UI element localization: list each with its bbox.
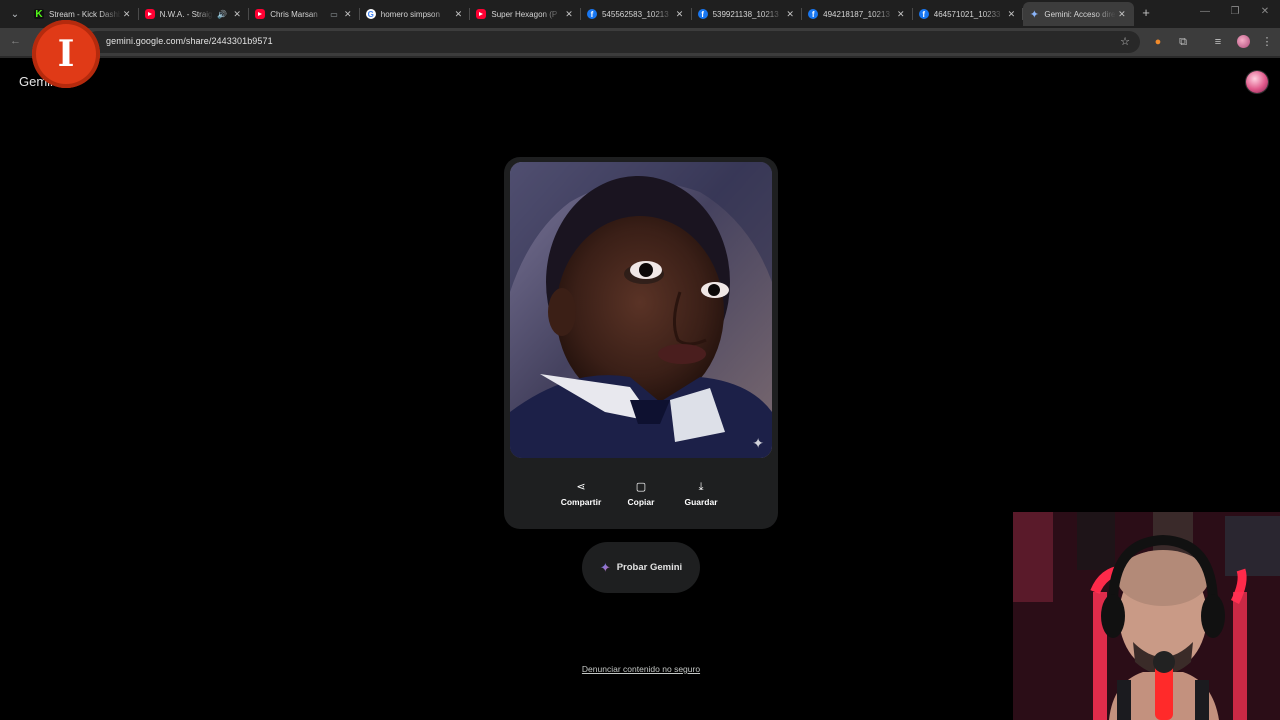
browser-tab[interactable]: N.W.A. - Straight Outta Compton🔊 ✕ bbox=[139, 2, 250, 26]
browser-tab[interactable]: ✦ Gemini: Acceso directo✕ bbox=[1023, 2, 1134, 26]
tab-close-icon[interactable]: ✕ bbox=[121, 8, 133, 20]
kick-icon: K bbox=[34, 8, 44, 20]
browser-tab[interactable]: f 539921138_10213 ✕ bbox=[692, 2, 803, 26]
google-icon: G bbox=[365, 9, 376, 19]
avatar[interactable] bbox=[1246, 71, 1268, 93]
try-gemini-label: Probar Gemini bbox=[616, 562, 683, 573]
tab-title: N.W.A. - Straight Outta Compton bbox=[159, 9, 214, 19]
tab-search-icon[interactable]: ⌄ bbox=[6, 5, 24, 23]
tab-title: 494218187_10213 bbox=[823, 9, 890, 19]
browser-tab[interactable]: f 494218187_10213 ✕ bbox=[802, 2, 913, 26]
browser-tab[interactable]: Ghomero simpson ✕ bbox=[360, 2, 471, 26]
tab-title: Super Hexagon (P bbox=[491, 9, 558, 19]
tab-close-icon[interactable]: ✕ bbox=[674, 8, 686, 20]
extensions-puzzle-icon[interactable]: ⧉ bbox=[1175, 34, 1191, 50]
close-window-icon[interactable]: ✕ bbox=[1258, 6, 1272, 17]
guardar-button[interactable]: ⤓ Guardar bbox=[666, 479, 736, 515]
try-gemini-button[interactable]: ✦ Probar Gemini bbox=[582, 542, 700, 593]
youtube-icon bbox=[144, 9, 155, 19]
download-icon: ⤓ bbox=[698, 481, 704, 493]
bookmark-star-icon[interactable]: ☆ bbox=[1120, 35, 1130, 48]
restore-icon[interactable]: ❐ bbox=[1228, 6, 1242, 17]
facebook-icon: f bbox=[808, 9, 819, 19]
youtube-icon bbox=[255, 9, 266, 19]
browser-tab[interactable]: f 545562583_10213 ✕ bbox=[581, 2, 692, 26]
tab-indicator-icon[interactable]: ▭ bbox=[330, 10, 338, 19]
shared-image-card: ✦ ⋖ Compartir ▢ Copiar ⤓ Guardar bbox=[504, 157, 778, 529]
stream-logo: I bbox=[32, 20, 100, 88]
tab-close-icon[interactable]: ✕ bbox=[563, 8, 575, 20]
tab-title: Gemini: Acceso directo bbox=[1044, 9, 1116, 19]
browser-tab[interactable]: K Stream - Kick Dashboard✕ bbox=[28, 2, 139, 26]
ai-spark-icon: ✦ bbox=[752, 435, 764, 451]
tab-title: Stream - Kick Dashboard bbox=[49, 9, 121, 19]
browser-toolbar: ← gemini.google.com/share/2443301b9571 ☆… bbox=[0, 28, 1280, 56]
tab-title: 539921138_10213 bbox=[712, 9, 779, 19]
audio-playing-icon[interactable]: 🔊 bbox=[217, 10, 227, 19]
back-icon[interactable]: ← bbox=[10, 35, 21, 47]
page-divider bbox=[0, 56, 1280, 58]
tab-title: 464571021_10233 bbox=[933, 9, 1001, 19]
tab-close-icon[interactable]: ✕ bbox=[231, 8, 243, 20]
gemini-spark-icon: ✦ bbox=[599, 559, 611, 575]
extension-icon[interactable]: ● bbox=[1150, 34, 1166, 50]
tab-title: 545562583_10213 bbox=[601, 9, 669, 19]
facebook-icon: f bbox=[697, 9, 708, 19]
tab-close-icon[interactable]: ✕ bbox=[1116, 8, 1128, 20]
tab-title: homero simpson bbox=[380, 9, 440, 19]
generated-portrait-image: ✦ bbox=[510, 162, 772, 458]
tab-close-icon[interactable]: ✕ bbox=[784, 8, 796, 20]
tab-close-icon[interactable]: ✕ bbox=[452, 8, 464, 20]
browser-tab[interactable]: Chris Marsan ▭ ✕ bbox=[249, 2, 360, 26]
minimize-icon[interactable]: — bbox=[1198, 6, 1212, 17]
tab-close-icon[interactable]: ✕ bbox=[895, 8, 907, 20]
portrait-illustration bbox=[510, 162, 772, 458]
webcam-feed bbox=[1013, 512, 1280, 720]
tab-close-icon[interactable]: ✕ bbox=[1005, 8, 1017, 20]
stream-logo-letter: I bbox=[57, 33, 75, 75]
new-tab-button[interactable]: + bbox=[1138, 5, 1154, 21]
browser-tab[interactable]: Super Hexagon (P ✕ bbox=[470, 2, 581, 26]
youtube-icon bbox=[476, 9, 487, 19]
facebook-icon: f bbox=[918, 9, 929, 19]
tab-title: Chris Marsan bbox=[270, 9, 318, 19]
media-control-icon[interactable]: ≡ bbox=[1210, 34, 1226, 50]
tab-strip: ⌄ KStream - Kick Dashboard✕N.W.A. - Stra… bbox=[0, 0, 1280, 28]
image-actions: ⋖ Compartir ▢ Copiar ⤓ Guardar bbox=[504, 479, 778, 515]
menu-kebab-icon[interactable]: ⋮ bbox=[1259, 34, 1275, 50]
url-text: gemini.google.com/share/2443301b9571 bbox=[106, 36, 273, 46]
address-bar[interactable]: gemini.google.com/share/2443301b9571 ☆ bbox=[86, 31, 1140, 53]
browser-tab[interactable]: f 464571021_10233 ✕ bbox=[913, 2, 1024, 26]
profile-icon[interactable] bbox=[1237, 35, 1250, 48]
tab-close-icon[interactable]: ✕ bbox=[342, 8, 354, 20]
gemini-icon: ✦ bbox=[1029, 8, 1039, 21]
facebook-icon: f bbox=[586, 9, 597, 19]
webcam-overlay bbox=[1013, 512, 1280, 720]
tab-list: KStream - Kick Dashboard✕N.W.A. - Straig… bbox=[28, 2, 1134, 26]
action-label: Guardar bbox=[684, 497, 718, 507]
